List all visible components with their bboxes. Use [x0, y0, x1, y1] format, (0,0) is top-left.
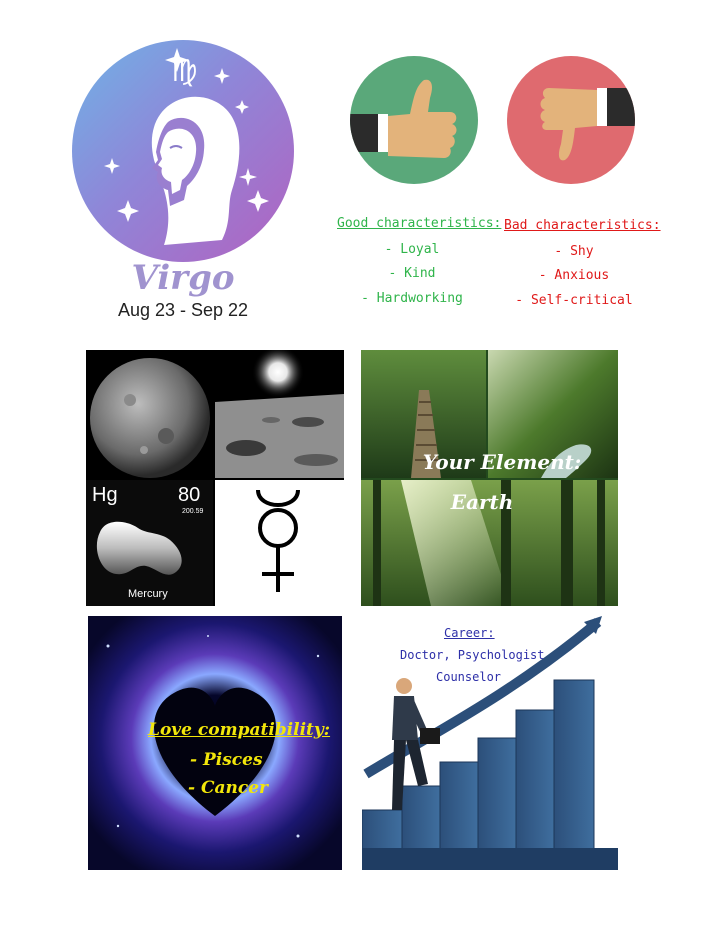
sign-name: Virgo	[131, 258, 235, 298]
virgo-emblem: ♍	[72, 40, 294, 262]
sign-dates: Aug 23 - Sep 22	[117, 300, 249, 320]
ruling-planet-panel: Hg 80 200.59 Mercury	[86, 350, 344, 606]
mercury-collage	[86, 350, 344, 606]
bad-trait: - Self-critical	[515, 293, 633, 308]
love-match: - Cancer	[188, 778, 269, 798]
bad-characteristics-title: Bad characteristics:	[504, 218, 661, 233]
planet-mercury-icon	[90, 358, 210, 478]
love-compatibility-panel: Love compatibility: - Pisces - Cancer	[88, 616, 342, 870]
good-trait: - Kind	[388, 266, 436, 281]
career-line: Doctor, Psychologist	[400, 648, 545, 662]
atomic-mass: 200.59	[182, 508, 204, 515]
good-trait: - Loyal	[384, 242, 440, 257]
bad-trait: - Shy	[554, 244, 594, 259]
good-characteristics-title: Good characteristics:	[337, 216, 502, 231]
virgo-symbol: ♍	[170, 54, 198, 89]
career-line: Counselor	[436, 670, 502, 684]
cosmic-heart-image	[88, 616, 342, 870]
thumbs-down-icon	[507, 56, 635, 184]
good-trait: - Hardworking	[361, 291, 463, 306]
atomic-number: 80	[178, 484, 201, 506]
career-panel: Career: Doctor, Psychologist Counselor	[362, 614, 618, 870]
element-value: Earth	[450, 490, 514, 514]
element-panel: Your Element: Earth	[361, 350, 618, 606]
love-match: - Pisces	[190, 750, 263, 770]
career-title: Career:	[444, 626, 495, 640]
element-name: Mercury	[128, 588, 168, 600]
love-title: Love compatibility:	[148, 720, 331, 740]
thumbs-up-icon	[350, 56, 478, 184]
element-symbol: Hg	[92, 484, 118, 506]
forest-collage	[361, 350, 618, 606]
element-label: Your Element:	[422, 450, 582, 474]
bad-trait: - Anxious	[538, 268, 610, 283]
